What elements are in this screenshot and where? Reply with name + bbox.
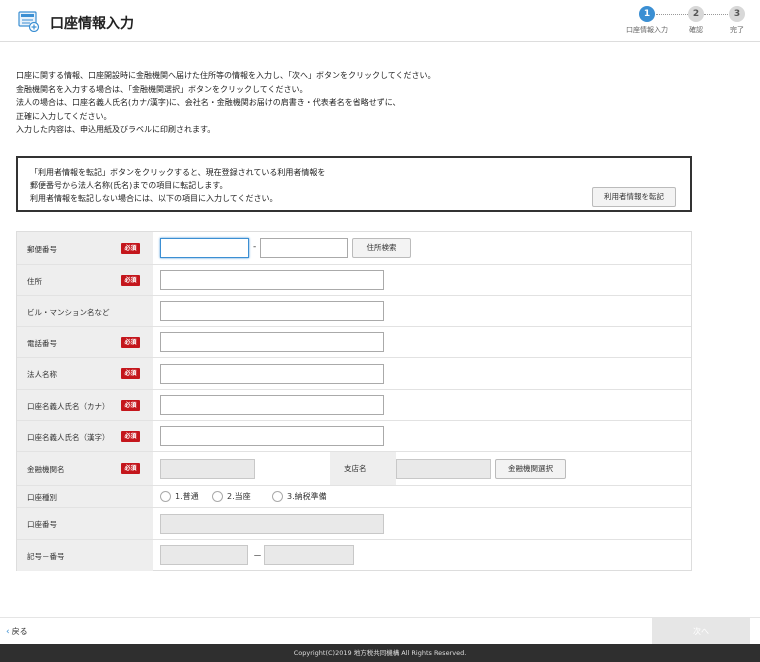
- required-badge: 必須: [121, 243, 140, 254]
- account-number-label: 口座番号: [27, 520, 57, 529]
- branch-label-cell: 支店名: [330, 452, 396, 485]
- account-type-radio-toza[interactable]: [212, 491, 223, 502]
- account-type-radio-futsu[interactable]: [160, 491, 171, 502]
- row-label-cell: 電話番号 必須: [17, 327, 153, 357]
- row-label-cell: 住所 必須: [17, 265, 153, 295]
- step-1: 1 口座情報入力: [622, 6, 672, 35]
- account-number-row: 口座番号: [17, 508, 691, 540]
- instruction-line: 法人の場合は、口座名義人氏名(カナ/漢字)に、会社名・金融機関お届けの肩書き・代…: [16, 98, 401, 107]
- holder-kana-row: 口座名義人氏名（カナ） 必須: [17, 390, 691, 421]
- instruction-line: 入力した内容は、申込用紙及びラベルに印刷されます。: [16, 125, 216, 134]
- symbol-number-row: 記号－番号 －: [17, 540, 691, 571]
- postal-code-first-input[interactable]: [160, 238, 249, 258]
- phone-row: 電話番号 必須: [17, 327, 691, 358]
- row-label-cell: 金融機関名 必須: [17, 452, 153, 485]
- corp-name-label: 法人名称: [27, 370, 57, 379]
- step-number: 2: [688, 6, 704, 22]
- phone-label: 電話番号: [27, 339, 57, 348]
- instruction-line: 正確に入力してください。: [16, 111, 112, 121]
- account-form: 郵便番号 必須 - 住所検索 住所 必須 ビル・マンション名など 電話番号 必須…: [16, 231, 692, 571]
- address-search-button[interactable]: 住所検索: [352, 238, 411, 258]
- address-input[interactable]: [160, 270, 384, 290]
- transfer-user-info-button[interactable]: 利用者情報を転記: [592, 187, 676, 207]
- account-type-row: 口座種別 1.普通 2.当座 3.納税準備: [17, 486, 691, 508]
- step-number: 3: [729, 6, 745, 22]
- symbol-separator: －: [253, 552, 263, 562]
- transfer-line: 郵便番号から法人名称(氏名)までの項目に転記します。: [30, 181, 228, 190]
- holder-kana-label: 口座名義人氏名（カナ）: [27, 402, 110, 411]
- account-type-label: 口座種別: [27, 493, 57, 502]
- step-label: 口座情報入力: [626, 26, 668, 34]
- transfer-user-info-box: 「利用者情報を転記」ボタンをクリックすると、現在登録されている利用者情報を 郵便…: [16, 156, 692, 212]
- instruction-line: 口座に関する情報、口座開設時に金融機関へ届けた住所等の情報を入力し、「次へ」ボタ…: [16, 71, 436, 80]
- required-badge: 必須: [121, 337, 140, 348]
- instruction-line: 金融機関名を入力する場合は、「金融機関選択」ボタンをクリックしてください。: [16, 84, 308, 94]
- corp-name-input[interactable]: [160, 364, 384, 384]
- progress-steps: 1 口座情報入力 2 確認 3 完了: [622, 6, 752, 38]
- bank-label: 金融機関名: [27, 465, 65, 474]
- transfer-line: 利用者情報を転記しない場合には、以下の項目に入力してください。: [30, 194, 278, 203]
- required-badge: 必須: [121, 368, 140, 379]
- holder-kanji-row: 口座名義人氏名（漢字） 必須: [17, 421, 691, 452]
- chevron-left-icon: ‹: [6, 627, 10, 637]
- row-label-cell: 口座番号: [17, 508, 153, 539]
- postal-row: 郵便番号 必須 - 住所検索: [17, 232, 691, 265]
- account-type-radio-nozei[interactable]: [272, 491, 283, 502]
- row-label-cell: 口座種別: [17, 486, 153, 507]
- account-type-option-label: 1.普通: [175, 492, 199, 501]
- page-title: 口座情報入力: [50, 16, 134, 32]
- account-number-input: [160, 514, 384, 534]
- required-badge: 必須: [121, 400, 140, 411]
- transfer-line: 「利用者情報を転記」ボタンをクリックすると、現在登録されている利用者情報を: [30, 168, 326, 177]
- address-row: 住所 必須: [17, 265, 691, 296]
- next-button[interactable]: 次へ: [652, 618, 750, 645]
- step-number: 1: [639, 6, 655, 22]
- step-3: 3 完了: [712, 6, 760, 35]
- row-label-cell: 郵便番号 必須: [17, 232, 153, 264]
- address-label: 住所: [27, 277, 42, 286]
- holder-kanji-label: 口座名義人氏名（漢字）: [27, 433, 110, 442]
- postal-separator: -: [253, 242, 257, 252]
- branch-label: 支店名: [344, 464, 367, 473]
- footer-copyright: Copyright(C)2019 地方税共同機構 All Rights Rese…: [0, 644, 760, 662]
- postal-code-second-input[interactable]: [260, 238, 348, 258]
- back-label: 戻る: [11, 627, 28, 636]
- bank-select-button[interactable]: 金融機関選択: [495, 459, 566, 479]
- row-label-cell: 口座名義人氏名（カナ） 必須: [17, 390, 153, 420]
- branch-name-input: [396, 459, 491, 479]
- phone-input[interactable]: [160, 332, 384, 352]
- bank-row: 金融機関名 必須 支店名 金融機関選択: [17, 452, 691, 486]
- holder-kana-input[interactable]: [160, 395, 384, 415]
- instructions: 口座に関する情報、口座開設時に金融機関へ届けた住所等の情報を入力し、「次へ」ボタ…: [16, 69, 716, 137]
- bottom-nav: ‹ 戻る 次へ: [0, 617, 760, 645]
- required-badge: 必須: [121, 431, 140, 442]
- bank-name-input: [160, 459, 255, 479]
- bank-form-icon: [18, 11, 40, 32]
- postal-label: 郵便番号: [27, 245, 57, 254]
- row-label-cell: ビル・マンション名など: [17, 296, 153, 326]
- row-label-cell: 口座名義人氏名（漢字） 必須: [17, 421, 153, 451]
- account-type-option-label: 2.当座: [227, 492, 251, 501]
- step-label: 完了: [730, 26, 744, 34]
- symbol-input: [160, 545, 248, 565]
- back-link[interactable]: ‹ 戻る: [6, 626, 28, 637]
- required-badge: 必須: [121, 463, 140, 474]
- corp-name-row: 法人名称 必須: [17, 358, 691, 390]
- page-header: 口座情報入力 1 口座情報入力 2 確認 3 完了: [0, 0, 760, 42]
- building-row: ビル・マンション名など: [17, 296, 691, 327]
- row-label-cell: 法人名称 必須: [17, 358, 153, 389]
- building-input[interactable]: [160, 301, 384, 321]
- symbol-number-label: 記号－番号: [27, 552, 65, 561]
- required-badge: 必須: [121, 275, 140, 286]
- transfer-description: 「利用者情報を転記」ボタンをクリックすると、現在登録されている利用者情報を 郵便…: [30, 166, 325, 205]
- holder-kanji-input[interactable]: [160, 426, 384, 446]
- account-type-option-label: 3.納税準備: [287, 492, 327, 501]
- row-label-cell: 記号－番号: [17, 540, 153, 571]
- number-input: [264, 545, 354, 565]
- building-label: ビル・マンション名など: [27, 308, 110, 317]
